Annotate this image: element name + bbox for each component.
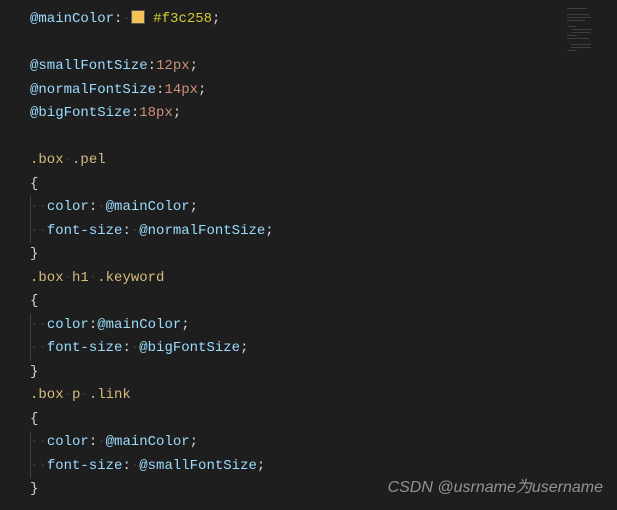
watermark: CSDN @usrname为username (388, 473, 603, 497)
val-bigFont: 18px (139, 105, 173, 121)
color-value: #f3c258 (153, 11, 212, 27)
code-line: ··color:·@mainColor; (0, 431, 617, 455)
code-line: @normalFontSize:14px; (0, 79, 617, 103)
selector-pel: .box·.pel (30, 152, 106, 168)
code-line: } (0, 243, 617, 267)
code-line: { (0, 173, 617, 197)
code-line (0, 126, 617, 150)
var-smallFont: @smallFontSize (30, 58, 148, 74)
code-line: ··font-size:·@normalFontSize; (0, 220, 617, 244)
code-line: .box·h1·.keyword (0, 267, 617, 291)
color-swatch (131, 10, 145, 24)
code-editor[interactable]: @mainColor:· #f3c258; @smallFontSize:12p… (0, 0, 617, 510)
code-line: @bigFontSize:18px; (0, 102, 617, 126)
code-line: .box·.pel (0, 149, 617, 173)
code-line: ··color:·@mainColor; (0, 196, 617, 220)
code-line: @smallFontSize:12px; (0, 55, 617, 79)
code-line: { (0, 290, 617, 314)
var-mainColor: @mainColor (30, 11, 114, 27)
code-line: @mainColor:· #f3c258; (0, 8, 617, 32)
code-line: .box·p·.link (0, 384, 617, 408)
var-normalFont: @normalFontSize (30, 82, 156, 98)
selector-keyword: .box·h1·.keyword (30, 270, 164, 286)
code-line (0, 32, 617, 56)
val-smallFont: 12px (156, 58, 190, 74)
code-line: ··font-size:·@bigFontSize; (0, 337, 617, 361)
code-line: { (0, 408, 617, 432)
code-line: } (0, 361, 617, 385)
val-normalFont: 14px (164, 82, 198, 98)
code-line: ··color:@mainColor; (0, 314, 617, 338)
selector-link: .box·p·.link (30, 387, 131, 403)
var-bigFont: @bigFontSize (30, 105, 131, 121)
